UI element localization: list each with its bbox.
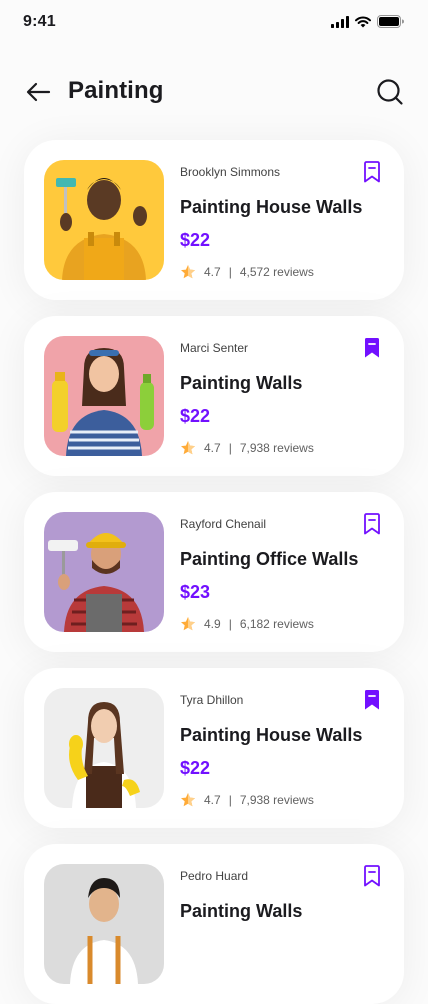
service-image <box>44 688 164 808</box>
separator: | <box>228 265 232 279</box>
search-icon[interactable] <box>376 78 404 106</box>
star-half-icon <box>181 265 195 279</box>
rating-value: 4.7 <box>204 265 221 279</box>
service-price: $22 <box>180 406 211 426</box>
battery-icon <box>377 15 404 28</box>
service-image <box>44 336 164 456</box>
service-title: Painting Walls <box>180 901 303 921</box>
bookmark-filled-icon[interactable] <box>360 336 384 360</box>
back-arrow-icon[interactable] <box>24 80 52 104</box>
service-price: $22 <box>180 230 211 250</box>
header: Painting <box>0 72 428 112</box>
page-title: Painting <box>68 77 164 104</box>
separator: | <box>228 441 232 455</box>
service-card[interactable]: Tyra Dhillon Painting House Walls $22 4.… <box>24 668 404 828</box>
service-title: Painting Walls <box>180 373 303 393</box>
rating-row: 4.7 | 7,938 reviews <box>180 440 314 456</box>
review-count: 6,182 reviews <box>239 617 314 631</box>
rating-value: 4.9 <box>204 617 221 631</box>
service-price: $23 <box>180 582 211 602</box>
bookmark-outline-icon[interactable] <box>360 160 384 184</box>
bookmark-outline-icon[interactable] <box>360 512 384 536</box>
provider-name: Pedro Huard <box>180 869 249 883</box>
service-image <box>44 512 164 632</box>
bookmark-outline-icon[interactable] <box>360 864 384 888</box>
status-bar: 9:41 <box>0 0 428 44</box>
rating-row: 4.7 | 4,572 reviews <box>180 264 314 280</box>
review-count: 7,938 reviews <box>239 441 314 455</box>
provider-name: Brooklyn Simmons <box>180 165 281 179</box>
rating-value: 4.7 <box>204 441 221 455</box>
service-price: $22 <box>180 758 211 778</box>
service-card[interactable]: Pedro Huard Painting Walls <box>24 844 404 1004</box>
star-half-icon <box>181 793 195 807</box>
service-card[interactable]: Marci Senter Painting Walls $22 4.7 | 7,… <box>24 316 404 476</box>
status-icons <box>331 15 404 28</box>
separator: | <box>228 793 232 807</box>
rating-row: 4.7 | 7,938 reviews <box>180 792 314 808</box>
separator: | <box>228 617 232 631</box>
star-half-icon <box>181 441 195 455</box>
service-title: Painting House Walls <box>180 197 363 217</box>
service-image <box>44 864 164 984</box>
provider-name: Marci Senter <box>180 341 249 355</box>
service-card[interactable]: Brooklyn Simmons Painting House Walls $2… <box>24 140 404 300</box>
review-count: 4,572 reviews <box>239 265 314 279</box>
status-time: 9:41 <box>23 13 56 30</box>
service-card[interactable]: Rayford Chenail Painting Office Walls $2… <box>24 492 404 652</box>
wifi-icon <box>355 15 371 27</box>
rating-value: 4.7 <box>204 793 221 807</box>
service-image <box>44 160 164 280</box>
cellular-signal-icon <box>331 15 349 28</box>
rating-row: 4.9 | 6,182 reviews <box>180 616 314 632</box>
provider-name: Tyra Dhillon <box>180 693 244 707</box>
review-count: 7,938 reviews <box>239 793 314 807</box>
provider-name: Rayford Chenail <box>180 517 267 531</box>
star-half-icon <box>181 617 195 631</box>
bookmark-filled-icon[interactable] <box>360 688 384 712</box>
service-title: Painting House Walls <box>180 725 363 745</box>
service-title: Painting Office Walls <box>180 549 359 569</box>
